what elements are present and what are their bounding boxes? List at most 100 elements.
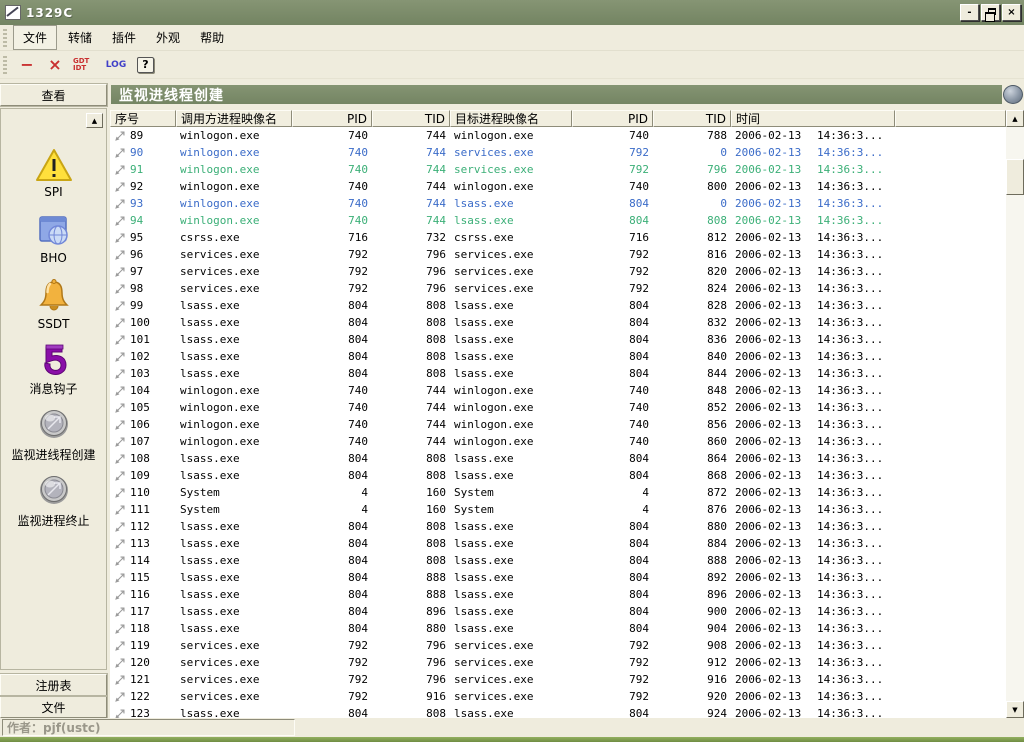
table-row[interactable]: 118 lsass.exe 804 880 lsass.exe 804 904 …: [110, 620, 1006, 637]
menubar-grip[interactable]: [3, 29, 7, 47]
table-row[interactable]: 95 csrss.exe 716 732 csrss.exe 716 812 2…: [110, 229, 1006, 246]
caller-pid: 740: [292, 401, 372, 414]
table-row[interactable]: 122 services.exe 792 916 services.exe 79…: [110, 688, 1006, 705]
caller-pid: 740: [292, 163, 372, 176]
event-time: 14:36:3...: [817, 486, 883, 499]
table-row[interactable]: 93 winlogon.exe 740 744 lsass.exe 804 0 …: [110, 195, 1006, 212]
sidebar-item-spi[interactable]: SPI: [1, 135, 106, 199]
globe-icon[interactable]: [1003, 85, 1023, 104]
sidebar-item-message-hook[interactable]: 消息钩子: [1, 333, 106, 397]
event-time: 14:36:3...: [817, 265, 883, 278]
menu-file[interactable]: 文件: [13, 25, 57, 50]
table-row[interactable]: 102 lsass.exe 804 808 lsass.exe 804 840 …: [110, 348, 1006, 365]
caller-process-name: lsass.exe: [176, 469, 292, 482]
caller-process-name: winlogon.exe: [176, 418, 292, 431]
caller-tid: 916: [372, 690, 450, 703]
delete-tool-icon[interactable]: ×: [45, 55, 65, 74]
table-row[interactable]: 105 winlogon.exe 740 744 winlogon.exe 74…: [110, 399, 1006, 416]
minimize-button[interactable]: -: [960, 4, 979, 21]
sidebar-scroll-up-button[interactable]: ▲: [86, 113, 103, 128]
table-row[interactable]: 121 services.exe 792 796 services.exe 79…: [110, 671, 1006, 688]
table-row[interactable]: 114 lsass.exe 804 808 lsass.exe 804 888 …: [110, 552, 1006, 569]
table-row[interactable]: 91 winlogon.exe 740 744 services.exe 792…: [110, 161, 1006, 178]
table-row[interactable]: 101 lsass.exe 804 808 lsass.exe 804 836 …: [110, 331, 1006, 348]
target-pid: 804: [572, 316, 653, 329]
column-header-caller[interactable]: 调用方进程映像名: [176, 110, 292, 127]
sidebar-view-button[interactable]: 查看: [0, 84, 107, 106]
menu-dump[interactable]: 转储: [59, 26, 101, 49]
log-tool-icon[interactable]: LOG: [103, 60, 129, 70]
toolbar-grip[interactable]: [3, 56, 7, 74]
table-row[interactable]: 112 lsass.exe 804 808 lsass.exe 804 880 …: [110, 518, 1006, 535]
table-row[interactable]: 97 services.exe 792 796 services.exe 792…: [110, 263, 1006, 280]
scroll-up-button[interactable]: ▲: [1006, 110, 1024, 127]
column-header-pid1[interactable]: PID: [292, 110, 372, 127]
menu-plugins[interactable]: 插件: [103, 26, 145, 49]
caller-tid: 808: [372, 299, 450, 312]
caller-tid: 160: [372, 486, 450, 499]
column-header-target[interactable]: 目标进程映像名: [450, 110, 572, 127]
table-row[interactable]: 98 services.exe 792 796 services.exe 792…: [110, 280, 1006, 297]
table-row[interactable]: 104 winlogon.exe 740 744 winlogon.exe 74…: [110, 382, 1006, 399]
table-row[interactable]: 109 lsass.exe 804 808 lsass.exe 804 868 …: [110, 467, 1006, 484]
table-row[interactable]: 100 lsass.exe 804 808 lsass.exe 804 832 …: [110, 314, 1006, 331]
table-row[interactable]: 106 winlogon.exe 740 744 winlogon.exe 74…: [110, 416, 1006, 433]
caller-pid: 716: [292, 231, 372, 244]
column-header-time[interactable]: 时间: [731, 110, 895, 127]
target-pid: 740: [572, 418, 653, 431]
table-row[interactable]: 115 lsass.exe 804 888 lsass.exe 804 892 …: [110, 569, 1006, 586]
caller-tid: 732: [372, 231, 450, 244]
column-header-index[interactable]: 序号: [110, 110, 176, 127]
sidebar-registry-button[interactable]: 注册表: [0, 674, 107, 696]
column-header-pid2[interactable]: PID: [572, 110, 653, 127]
column-header-tid1[interactable]: TID: [372, 110, 450, 127]
table-row[interactable]: 90 winlogon.exe 740 744 services.exe 792…: [110, 144, 1006, 161]
sidebar-item-monitor-thread-create[interactable]: 监视进线程创建: [1, 399, 106, 463]
up-arrow-icon: ▲: [1012, 115, 1017, 123]
vertical-scrollbar[interactable]: ▲ ▼: [1006, 110, 1024, 718]
remove-tool-icon[interactable]: −: [17, 55, 37, 74]
caller-pid: 792: [292, 673, 372, 686]
column-header-tid2[interactable]: TID: [653, 110, 731, 127]
help-tool-icon[interactable]: ?: [137, 57, 154, 73]
table-row[interactable]: 111 System 4 160 System 4 876 2006-02-13…: [110, 501, 1006, 518]
sidebar-item-bho[interactable]: BHO: [1, 201, 106, 265]
browser-globe-icon: [36, 214, 72, 248]
table-row[interactable]: 107 winlogon.exe 740 744 winlogon.exe 74…: [110, 433, 1006, 450]
table-row[interactable]: 99 lsass.exe 804 808 lsass.exe 804 828 2…: [110, 297, 1006, 314]
thread-event-icon: [114, 452, 127, 465]
table-row[interactable]: 92 winlogon.exe 740 744 winlogon.exe 740…: [110, 178, 1006, 195]
close-button[interactable]: ×: [1002, 4, 1021, 21]
menu-appearance[interactable]: 外观: [147, 26, 189, 49]
caller-tid: 744: [372, 129, 450, 142]
sidebar-file-button[interactable]: 文件: [0, 696, 107, 718]
table-row[interactable]: 116 lsass.exe 804 888 lsass.exe 804 896 …: [110, 586, 1006, 603]
thread-event-icon: [114, 163, 127, 176]
row-index: 97: [130, 265, 143, 278]
window-title: 1329C: [26, 6, 958, 20]
scrollbar-thumb[interactable]: [1006, 159, 1024, 195]
restore-button[interactable]: [981, 4, 1000, 21]
target-pid: 4: [572, 503, 653, 516]
menu-help[interactable]: 帮助: [191, 26, 233, 49]
table-row[interactable]: 96 services.exe 792 796 services.exe 792…: [110, 246, 1006, 263]
table-row[interactable]: 89 winlogon.exe 740 744 winlogon.exe 740…: [110, 127, 1006, 144]
table-row[interactable]: 110 System 4 160 System 4 872 2006-02-13…: [110, 484, 1006, 501]
target-process-name: lsass.exe: [450, 571, 572, 584]
table-row[interactable]: 108 lsass.exe 804 808 lsass.exe 804 864 …: [110, 450, 1006, 467]
target-tid: 904: [653, 622, 731, 635]
thread-event-icon: [114, 214, 127, 227]
caller-pid: 804: [292, 605, 372, 618]
table-row[interactable]: 119 services.exe 792 796 services.exe 79…: [110, 637, 1006, 654]
table-row[interactable]: 103 lsass.exe 804 808 lsass.exe 804 844 …: [110, 365, 1006, 382]
table-row[interactable]: 117 lsass.exe 804 896 lsass.exe 804 900 …: [110, 603, 1006, 620]
table-row[interactable]: 94 winlogon.exe 740 744 lsass.exe 804 80…: [110, 212, 1006, 229]
scroll-down-button[interactable]: ▼: [1006, 701, 1024, 718]
sidebar-item-monitor-process-terminate[interactable]: 监视进程终止: [1, 465, 106, 529]
table-row[interactable]: 120 services.exe 792 796 services.exe 79…: [110, 654, 1006, 671]
gdt-idt-tool-icon[interactable]: GDT IDT: [73, 58, 95, 72]
sidebar-item-ssdt[interactable]: SSDT: [1, 267, 106, 331]
thread-event-icon: [114, 639, 127, 652]
table-row[interactable]: 113 lsass.exe 804 808 lsass.exe 804 884 …: [110, 535, 1006, 552]
target-process-name: csrss.exe: [450, 231, 572, 244]
